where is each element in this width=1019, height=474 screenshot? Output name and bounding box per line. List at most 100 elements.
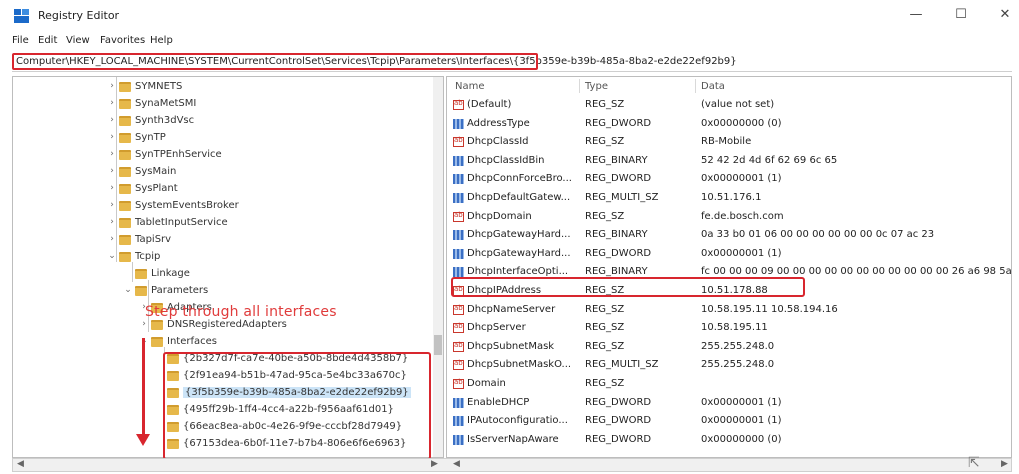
maximize-button[interactable]: ☐ — [950, 6, 972, 24]
tree-item[interactable]: ⌄ Tcpip — [13, 249, 433, 266]
folder-icon — [119, 235, 131, 245]
scroll-left-icon[interactable]: ◀ — [17, 459, 24, 469]
chevron-right-icon[interactable]: › — [107, 183, 117, 193]
folder-icon — [119, 82, 131, 92]
value-type: REG_SZ — [585, 210, 625, 222]
folder-icon — [135, 269, 147, 279]
value-data: 52 42 2d 4d 6f 62 69 6c 65 — [701, 154, 838, 166]
chevron-down-icon[interactable]: ⌄ — [123, 285, 133, 295]
horizontal-scrollbar[interactable]: ◀ ▶ ◀ ▶ — [12, 458, 1012, 472]
chevron-right-icon[interactable]: › — [107, 115, 117, 125]
chevron-right-icon[interactable]: › — [107, 200, 117, 210]
chevron-down-icon[interactable]: ⌄ — [107, 251, 117, 261]
dhcp-ip-highlight-box — [451, 277, 805, 297]
folder-icon — [119, 99, 131, 109]
column-header-data[interactable]: Data — [701, 81, 725, 92]
scroll-left-icon[interactable]: ◀ — [453, 459, 460, 469]
value-type: REG_SZ — [585, 303, 625, 315]
folder-icon — [119, 167, 131, 177]
value-row[interactable]: IPAutoconfiguratio... REG_DWORD 0x00000001… — [447, 413, 1007, 430]
value-row[interactable]: DhcpClassId REG_SZ RB-Mobile — [447, 134, 1007, 151]
value-type: REG_MULTI_SZ — [585, 192, 659, 203]
tree-item[interactable]: › SynaMetSMI — [13, 96, 433, 113]
address-bar[interactable]: Computer\HKEY_LOCAL_MACHINE\SYSTEM\Curre… — [12, 53, 1012, 72]
chevron-right-icon[interactable]: › — [107, 98, 117, 108]
value-type: REG_DWORD — [585, 433, 652, 445]
menu-favorites[interactable]: Favorites — [100, 35, 145, 46]
tree-item[interactable]: › SysPlant — [13, 181, 433, 198]
chevron-right-icon[interactable]: › — [107, 166, 117, 176]
value-name: DhcpClassIdBin — [467, 154, 545, 166]
tree-item[interactable]: › SysMain — [13, 164, 433, 181]
binary-value-icon — [453, 248, 464, 259]
chevron-right-icon[interactable]: › — [107, 132, 117, 142]
menu-edit[interactable]: Edit — [38, 35, 57, 46]
tree-item[interactable]: › SynTP — [13, 130, 433, 147]
close-button[interactable]: ✕ — [994, 6, 1016, 24]
chevron-right-icon[interactable]: › — [107, 217, 117, 227]
value-row[interactable]: Domain REG_SZ — [447, 376, 1007, 393]
tree-item-label: Tcpip — [135, 251, 161, 262]
tree-vertical-scrollbar[interactable]: ▲ — [433, 77, 443, 457]
value-row[interactable]: DhcpClassIdBin REG_BINARY 52 42 2d 4d 6f 6… — [447, 153, 1007, 170]
tree-item-label: DNSRegisteredAdapters — [167, 319, 287, 330]
value-row[interactable]: DhcpDefaultGatew... REG_MULTI_SZ 10.51.176… — [447, 190, 1007, 207]
value-data: 255.255.248.0 — [701, 359, 775, 371]
column-header-name[interactable]: Name — [455, 81, 485, 92]
value-row[interactable]: AddressType REG_DWORD 0x00000000 (0) — [447, 116, 1007, 133]
value-row[interactable]: DhcpSubnetMask REG_SZ 255.255.248.0 — [447, 339, 1007, 356]
title-bar: Registry Editor — ☐ ✕ — [0, 0, 1019, 30]
tree-item[interactable]: ⌄ Parameters — [13, 283, 433, 300]
value-name: (Default) — [467, 99, 512, 110]
value-row[interactable]: EnableDHCP REG_DWORD 0x00000001 (1) — [447, 395, 1007, 412]
scroll-right-icon[interactable]: ▶ — [1001, 459, 1008, 469]
value-name: AddressType — [467, 117, 530, 129]
tree-item[interactable]: › Synth3dVsc — [13, 113, 433, 130]
tree-item-label: SysPlant — [135, 183, 178, 194]
value-row[interactable]: DhcpServer REG_SZ 10.58.195.11 — [447, 320, 1007, 337]
value-data: 0x00000000 (0) — [701, 117, 782, 129]
value-row[interactable]: DhcpGatewayHard... REG_DWORD 0x00000001 (1… — [447, 246, 1007, 263]
scroll-right-icon[interactable]: ▶ — [431, 459, 438, 469]
value-data: RB-Mobile — [701, 136, 752, 148]
menu-file[interactable]: File — [12, 35, 29, 46]
value-type: REG_DWORD — [585, 117, 652, 129]
chevron-right-icon[interactable]: › — [107, 234, 117, 244]
value-data: 0a 33 b0 01 06 00 00 00 00 00 00 0c 07 a… — [701, 229, 935, 241]
chevron-right-icon[interactable]: › — [139, 319, 149, 329]
tree-item[interactable]: › TabletInputService — [13, 215, 433, 232]
column-divider[interactable] — [695, 79, 696, 93]
address-selected-key: {3f5b359e-b39b-485a-8ba2-e2de22ef92b9} — [512, 56, 737, 67]
menu-help[interactable]: Help — [150, 35, 173, 46]
value-type: REG_BINARY — [585, 229, 648, 241]
tree-item[interactable]: › SystemEventsBroker — [13, 198, 433, 215]
value-name: DhcpDomain — [467, 210, 532, 222]
value-row[interactable]: DhcpSubnetMaskO... REG_MULTI_SZ 255.255.24… — [447, 357, 1007, 374]
value-row[interactable]: (Default) REG_SZ (value not set) — [447, 97, 1007, 114]
folder-icon — [119, 201, 131, 211]
column-header-type[interactable]: Type — [585, 81, 608, 92]
tree-item[interactable]: ⌄Interfaces — [13, 334, 433, 351]
value-name: DhcpGatewayHard... — [467, 247, 571, 259]
chevron-right-icon[interactable]: › — [107, 149, 117, 159]
tree-item[interactable]: › SynTPEnhService — [13, 147, 433, 164]
value-name: DhcpConnForceBro... — [467, 173, 572, 185]
tree-item[interactable]: › TapiSrv — [13, 232, 433, 249]
menu-bar: File Edit View Favorites Help — [0, 33, 1019, 49]
value-row[interactable]: DhcpDomain REG_SZ fe.de.bosch.com — [447, 209, 1007, 226]
value-type: REG_BINARY — [585, 266, 648, 278]
minimize-button[interactable]: — — [905, 6, 927, 24]
value-row[interactable]: IsServerNapAware REG_DWORD 0x00000000 (0) — [447, 432, 1007, 449]
tree-item[interactable]: Linkage — [13, 266, 433, 283]
chevron-right-icon[interactable]: › — [107, 81, 117, 91]
tree-scroll-thumb[interactable] — [434, 335, 442, 355]
value-row[interactable]: DhcpConnForceBro... REG_DWORD 0x00000001 (… — [447, 171, 1007, 188]
menu-view[interactable]: View — [66, 35, 90, 46]
column-divider[interactable] — [579, 79, 580, 93]
folder-icon — [119, 150, 131, 160]
tree-item[interactable]: › SYMNETS — [13, 79, 433, 96]
binary-value-icon — [453, 155, 464, 166]
values-pane[interactable]: Name Type Data (Default) REG_SZ (value not… — [446, 76, 1012, 458]
value-row[interactable]: DhcpGatewayHard... REG_BINARY 0a 33 b0 01 … — [447, 227, 1007, 244]
value-row[interactable]: DhcpNameServer REG_SZ 10.58.195.11 10.58.1… — [447, 302, 1007, 319]
